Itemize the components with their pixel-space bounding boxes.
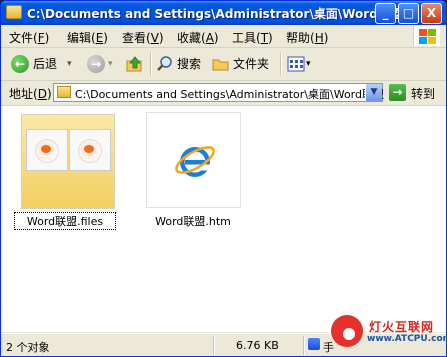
htm-thumbnail: [146, 112, 241, 208]
site-watermark: 灯火互联网 www.ATCPU.com: [329, 312, 447, 357]
forward-arrow-icon: →: [87, 55, 105, 73]
menu-favorites-label: 收藏(: [177, 31, 206, 45]
folders-icon: [212, 59, 229, 71]
file-list[interactable]: Word联盟.files Word联盟.htm: [1, 106, 446, 332]
folder-thumbnail: [21, 114, 115, 209]
folder-icon: [6, 5, 22, 19]
address-bar: 地址(D) C:\Documents and Settings\Administ…: [1, 81, 446, 106]
forward-dropdown-icon: ▾: [108, 59, 113, 69]
menu-file-tail: ): [44, 31, 50, 45]
window-title: C:\Documents and Settings\Administrator\…: [27, 7, 402, 21]
windows-logo-icon: [413, 26, 440, 46]
views-icon: [287, 56, 305, 72]
go-button[interactable]: 转到: [411, 85, 435, 102]
explorer-window: C:\Documents and Settings\Administrator\…: [0, 0, 447, 357]
menu-favorites-tail: ): [213, 31, 219, 45]
address-label-text: 地址(: [9, 87, 38, 101]
menu-edit-label: 编辑(: [67, 31, 96, 45]
menu-edit-tail: ): [103, 31, 108, 45]
views-dropdown-icon: ▾: [306, 59, 311, 69]
up-folder-icon: [126, 56, 142, 72]
status-separator: [213, 336, 215, 355]
menu-help-tail: ): [323, 31, 329, 45]
menu-view[interactable]: 查看(V): [122, 29, 164, 46]
address-input[interactable]: C:\Documents and Settings\Administrator\…: [53, 83, 384, 102]
file-item-folder[interactable]: Word联盟.files: [14, 110, 116, 230]
menu-tools-tail: ): [268, 31, 273, 45]
menu-help[interactable]: 帮助(H): [286, 29, 328, 46]
menu-view-key: V: [150, 31, 159, 45]
watermark-title: 灯火互联网: [369, 320, 435, 334]
back-dropdown-icon[interactable]: ▾: [67, 54, 72, 74]
file-name: Word联盟.files: [14, 212, 116, 230]
search-button[interactable]: 搜索: [156, 54, 206, 74]
internet-explorer-icon: [175, 146, 215, 177]
search-label: 搜索: [177, 57, 202, 71]
goldfish-icon: [69, 129, 111, 171]
toolbar-separator: [150, 53, 152, 75]
address-label: 地址(D): [9, 85, 52, 102]
menu-tools-key: T: [260, 31, 269, 45]
file-name: Word联盟.htm: [155, 215, 231, 228]
object-count: 2 个对象: [6, 341, 50, 354]
back-button[interactable]: ← 后退: [11, 54, 69, 74]
title-bar[interactable]: C:\Documents and Settings\Administrator\…: [1, 1, 446, 25]
folders-button[interactable]: 文件夹: [212, 54, 274, 74]
menu-favorites-key: A: [205, 31, 214, 45]
folders-label: 文件夹: [233, 57, 270, 71]
file-item-htm[interactable]: Word联盟.htm: [143, 110, 243, 230]
menu-bar: 文件(F) 编辑(E) 查看(V) 收藏(A) 工具(T) 帮助(H): [1, 25, 446, 48]
back-label: 后退: [33, 57, 58, 71]
back-arrow-icon: ←: [11, 55, 29, 73]
minimize-button[interactable]: _: [375, 3, 396, 24]
menu-view-tail: ): [158, 31, 164, 45]
close-button[interactable]: X: [421, 3, 442, 24]
go-arrow-icon[interactable]: →: [389, 84, 406, 101]
status-separator: [303, 336, 305, 355]
menu-help-label: 帮助(: [286, 31, 315, 45]
menu-favorites[interactable]: 收藏(A): [177, 29, 219, 46]
menu-tools-label: 工具(: [232, 31, 261, 45]
folder-icon: [57, 86, 71, 98]
up-button[interactable]: [126, 54, 146, 74]
address-path: C:\Documents and Settings\Administrator\…: [75, 88, 384, 101]
forward-button[interactable]: → ▾: [87, 54, 117, 74]
menu-tools[interactable]: 工具(T): [232, 29, 273, 46]
goldfish-icon: [26, 129, 68, 171]
menu-help-key: H: [314, 31, 324, 45]
search-icon: [157, 56, 172, 71]
menu-view-label: 查看(: [122, 31, 151, 45]
watermark-logo-icon: [331, 315, 363, 347]
menu-edit[interactable]: 编辑(E): [67, 29, 108, 46]
menu-file-key: F: [37, 31, 45, 45]
maximize-button[interactable]: □: [398, 3, 419, 24]
menu-file[interactable]: 文件(F): [9, 29, 49, 46]
computer-icon: [308, 338, 320, 350]
total-size: 6.76 KB: [236, 339, 279, 352]
menu-file-label: 文件(: [9, 31, 38, 45]
toolbar: ← 后退 ▾ → ▾ 搜索 文件夹 ▾: [1, 48, 446, 81]
address-label-key: D: [37, 87, 47, 101]
address-label-tail: ): [46, 87, 52, 101]
views-button[interactable]: ▾: [287, 54, 315, 74]
watermark-url: www.ATCPU.com: [367, 334, 447, 344]
address-dropdown-icon[interactable]: ▼: [365, 84, 382, 101]
toolbar-separator: [280, 53, 282, 75]
